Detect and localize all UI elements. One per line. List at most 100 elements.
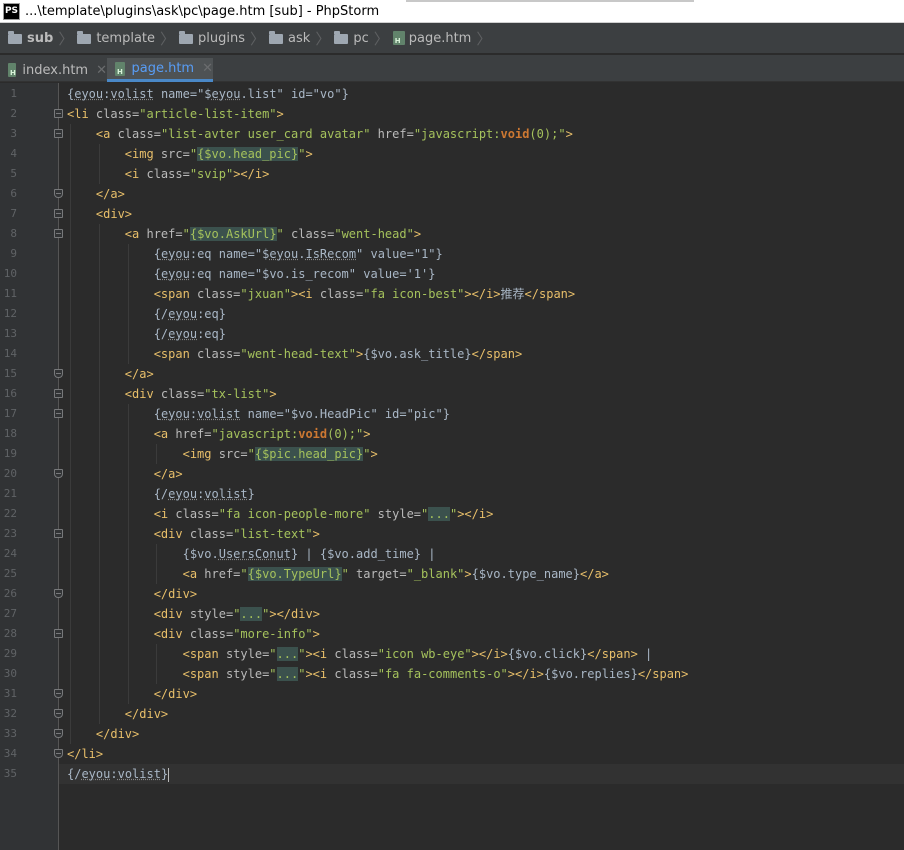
code-token: :	[189, 407, 198, 421]
fold-end-icon[interactable]	[54, 709, 63, 718]
fold-end-icon[interactable]	[54, 749, 63, 758]
fold-end-icon[interactable]	[54, 689, 63, 698]
text-caret	[168, 767, 170, 782]
code-token: </span>	[524, 287, 576, 301]
code-token: <a	[124, 227, 140, 241]
code-token: </span>	[637, 667, 689, 681]
breadcrumb-item-template[interactable]: template	[77, 31, 155, 46]
breadcrumb-item-ask[interactable]: ask	[269, 31, 310, 46]
close-icon[interactable]: ✕	[96, 63, 107, 78]
code-token: href=	[139, 227, 183, 241]
code-token: href=	[370, 127, 414, 141]
fold-end-icon[interactable]	[54, 589, 63, 598]
code-token: </div>	[153, 687, 198, 701]
code-token: class=	[139, 167, 190, 181]
html-file-icon	[8, 63, 17, 77]
fold-end-icon[interactable]	[54, 369, 63, 378]
fold-toggle-icon[interactable]	[54, 209, 63, 218]
fold-toggle-icon[interactable]	[54, 629, 63, 638]
line-number: 18	[3, 427, 17, 440]
code-line: </li>	[67, 744, 103, 764]
line-number: 19	[3, 447, 17, 460]
code-token: >	[312, 627, 320, 641]
code-token: "fa icon-best"	[363, 287, 465, 301]
code-token: <a	[95, 127, 111, 141]
line-number: 29	[3, 647, 17, 660]
line-number: 25	[3, 567, 17, 580]
tab-label: index.htm	[22, 62, 89, 78]
code-editor[interactable]: 1 2 3 4 5 6 7 8 9 10 11 12 13 14 15 16 17 18 19 20 21 22 23 24 2…	[0, 83, 904, 850]
code-token: :eq}	[197, 307, 226, 321]
code-line: <div class="tx-list">	[67, 384, 277, 404]
code-token: >	[464, 567, 472, 581]
code-token: "svip"	[189, 167, 234, 181]
line-number: 12	[3, 307, 17, 320]
code-token: ></i>	[507, 667, 544, 681]
code-token: volist	[197, 407, 241, 421]
code-token: {/	[153, 487, 169, 501]
code-token: target=	[348, 567, 407, 581]
line-number: 15	[3, 367, 17, 380]
breadcrumb-label: sub	[27, 30, 54, 46]
code-line: {$vo.UsersConut} | {$vo.add_time} |	[67, 544, 436, 564]
code-token: ...	[428, 507, 450, 521]
code-line: {eyou:eq name="$vo.is_recom" value='1'}	[67, 264, 436, 284]
code-line: <span class="jxuan"><i class="fa icon-be…	[67, 284, 575, 304]
code-token: eyou	[160, 267, 190, 281]
tab-page-htm[interactable]: page.htm ✕	[107, 58, 213, 82]
code-token: style=	[218, 647, 270, 661]
code-line: <a href="{$vo.TypeUrl}" target="_blank">…	[67, 564, 609, 584]
code-line: <span style="..."><i class="fa fa-commen…	[67, 664, 688, 684]
breadcrumb-item-pc[interactable]: pc	[334, 31, 369, 46]
line-number: 3	[10, 127, 17, 140]
code-token: volist	[110, 87, 154, 101]
fold-end-icon[interactable]	[54, 729, 63, 738]
code-token: ><i	[305, 647, 328, 661]
code-line: <div style="..."></div>	[67, 604, 320, 624]
fold-toggle-icon[interactable]	[54, 129, 63, 138]
code-token: href=	[168, 427, 212, 441]
fold-end-icon[interactable]	[54, 189, 63, 198]
line-number: 13	[3, 327, 17, 340]
chevron-right-icon: 〉	[58, 29, 74, 48]
code-token: "went-head"	[334, 227, 414, 241]
code-token: eyou	[211, 87, 241, 101]
line-number: 1	[10, 87, 17, 100]
fold-toggle-icon[interactable]	[54, 109, 63, 118]
code-token: :	[110, 767, 118, 781]
navigation-breadcrumb: sub 〉 template 〉 plugins 〉 ask 〉 pc 〉 pa…	[0, 23, 904, 54]
code-line: <i class="svip"></i>	[67, 164, 270, 184]
code-token: "	[558, 127, 566, 141]
fold-toggle-icon[interactable]	[54, 389, 63, 398]
code-token: <img	[124, 147, 154, 161]
code-token: {	[153, 267, 161, 281]
code-token: ></i>	[471, 647, 508, 661]
code-line: {eyou:volist name="$eyou.list" id="vo"}	[67, 84, 349, 104]
breadcrumb-item-sub[interactable]: sub	[8, 31, 53, 46]
code-line: <div class="list-text">	[67, 524, 320, 544]
line-number: 23	[3, 527, 17, 540]
breadcrumb-item-plugins[interactable]: plugins	[179, 31, 245, 46]
close-icon[interactable]: ✕	[202, 61, 213, 76]
code-token: "	[269, 647, 277, 661]
fold-toggle-icon[interactable]	[54, 529, 63, 538]
code-token: "javascript:	[211, 427, 299, 441]
code-token: </a>	[153, 467, 183, 481]
code-line: <div class="more-info">	[67, 624, 320, 644]
fold-toggle-icon[interactable]	[54, 409, 63, 418]
fold-toggle-icon[interactable]	[54, 229, 63, 238]
code-token: <i	[124, 167, 140, 181]
fold-end-icon[interactable]	[54, 469, 63, 478]
code-token: <div	[153, 607, 183, 621]
code-token: class=	[189, 287, 241, 301]
code-token: eyou	[168, 307, 198, 321]
breadcrumb-item-page-htm[interactable]: page.htm	[392, 31, 471, 46]
code-token: {$vo.head_pic}	[197, 147, 299, 161]
code-token: class=	[168, 507, 219, 521]
code-line: {/eyou:eq}	[67, 324, 226, 344]
code-token: "	[341, 567, 349, 581]
tab-index-htm[interactable]: index.htm ✕	[0, 58, 107, 82]
line-number: 17	[3, 407, 17, 420]
line-number: 16	[3, 387, 17, 400]
code-token: >	[269, 387, 277, 401]
